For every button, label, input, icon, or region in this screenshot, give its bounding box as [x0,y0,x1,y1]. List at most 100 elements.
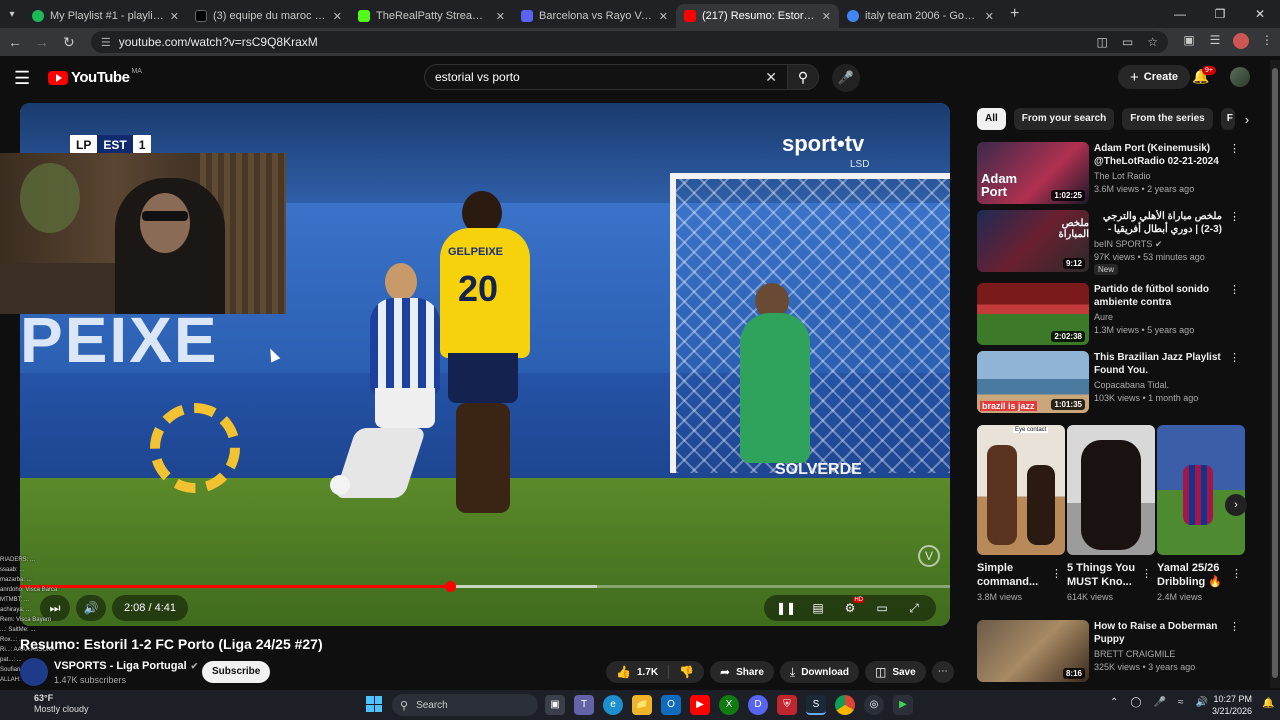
cast-icon[interactable]: ▭ [1122,35,1133,49]
browser-tab[interactable]: My Playlist #1 - playlist by lilpa ✕ [24,4,187,28]
steam-icon[interactable]: S [806,695,826,715]
close-tab-icon[interactable]: ✕ [496,10,505,23]
dislike-button[interactable]: 👎 [669,665,704,679]
taskbar-search[interactable]: ⚲ Search [392,694,538,716]
discord-icon[interactable]: D [748,695,768,715]
like-button[interactable]: 👍 1.7K [606,665,670,679]
more-options-icon[interactable]: ⋮ [1229,351,1240,364]
teams-icon[interactable]: T [574,695,594,715]
new-tab-icon[interactable]: + [1010,5,1019,23]
channel-name[interactable]: VSPORTS - Liga Portugal ✔ [54,660,198,672]
progress-scrubber[interactable] [444,581,456,592]
browser-menu-icon[interactable]: ⋮ [1254,33,1280,52]
chip-truncated[interactable]: F [1220,108,1235,130]
short-thumbnail[interactable] [1157,425,1245,555]
notification-center-icon[interactable]: 🔔 [1262,698,1274,709]
video-thumbnail[interactable]: Adam Port 1:02:25 [977,142,1089,204]
tray-mic-icon[interactable]: 🎤 [1154,697,1166,708]
youtube-app-icon[interactable]: ▶ [690,695,710,715]
profile-avatar[interactable] [1228,32,1254,52]
chip-all[interactable]: All [977,108,1006,130]
address-bar[interactable]: ☰ youtube.com/watch?v=rsC9Q8KraxM ◫ ▭ ☆ [90,31,1168,53]
recommendation-item[interactable]: Adam Port 1:02:25 Adam Port (Keinemusik)… [977,142,1240,204]
channel-watermark[interactable]: V [918,545,940,567]
download-button[interactable]: ⤓ Download [779,661,859,683]
translate-icon[interactable]: ◫ [1097,35,1108,49]
settings-gear-icon[interactable]: ⚙ [834,597,866,615]
video-thumbnail[interactable]: ملخص المباراة 9:12 [977,210,1089,272]
task-view-icon[interactable]: ▣ [545,695,565,715]
short-item[interactable]: 5 Things You MUST Kno... 614K views ⋮ [1067,425,1155,602]
theater-mode-icon[interactable]: ▭ [866,601,898,615]
chip-from-the-series[interactable]: From the series [1122,108,1213,130]
minimize-icon[interactable]: — [1160,7,1200,21]
outlook-icon[interactable]: O [661,695,681,715]
maximize-icon[interactable]: ❐ [1200,7,1240,21]
short-thumbnail[interactable] [1067,425,1155,555]
browser-tab[interactable]: Barcelona vs Rayo Vallecano live ✕ [513,4,676,28]
more-actions-icon[interactable]: ⋯ [931,661,954,683]
speaker-icon[interactable]: 🔊 [1196,697,1208,708]
subscribe-button[interactable]: Subscribe [202,661,271,683]
hamburger-menu-icon[interactable]: ☰ [14,68,30,89]
share-button[interactable]: ➦ Share [710,661,774,683]
file-explorer-icon[interactable]: 📁 [632,695,652,715]
close-tab-icon[interactable]: ✕ [659,10,668,23]
xbox-game-bar-icon[interactable]: ◎ [864,695,884,715]
shorts-next-chevron-icon[interactable]: › [1225,494,1247,516]
chip-from-your-search[interactable]: From your search [1013,108,1115,130]
edge-icon[interactable]: e [603,695,623,715]
more-options-icon[interactable]: ⋮ [1231,567,1242,580]
reload-icon[interactable]: ↻ [57,34,81,51]
site-info-icon[interactable]: ☰ [101,36,111,49]
scrollbar-thumb[interactable] [1272,68,1278,678]
xbox-icon[interactable]: X [719,695,739,715]
browser-tab-active[interactable]: (217) Resumo: Estoril 1-2 FC Porto ✕ [676,4,839,28]
close-window-icon[interactable]: ✕ [1240,7,1280,21]
recommendation-item[interactable]: brazil is jazz 1:01:35 This Brazilian Ja… [977,351,1240,413]
wifi-icon[interactable]: ≈ [1178,697,1184,708]
forward-icon[interactable]: → [30,34,54,50]
more-options-icon[interactable]: ⋮ [1229,142,1240,155]
more-options-icon[interactable]: ⋮ [1051,567,1062,580]
extensions-icon[interactable]: ▣ [1176,33,1202,52]
search-input[interactable]: estorial vs porto ✕ [424,64,788,90]
search-button[interactable]: ⚲ [787,64,819,90]
browser-tab[interactable]: italy team 2006 - Google Search ✕ [839,4,1002,28]
browser-tab[interactable]: (3) equipe du maroc - Search / X ✕ [187,4,350,28]
reading-list-icon[interactable]: ☰ [1202,33,1228,52]
tray-overflow-icon[interactable]: ⌃ [1110,697,1118,708]
save-button[interactable]: ◫ Save [864,661,926,683]
system-clock[interactable]: 10:27 PM 3/21/2026 [1212,693,1252,717]
short-thumbnail[interactable]: Eye contact [977,425,1065,555]
account-avatar[interactable] [1230,67,1250,87]
subtitles-icon[interactable]: ▤ [802,601,834,615]
weather-widget[interactable]: 63°F Mostly cloudy [34,693,89,715]
more-options-icon[interactable]: ⋮ [1229,283,1240,296]
more-options-icon[interactable]: ⋮ [1229,620,1240,633]
more-options-icon[interactable]: ⋮ [1141,567,1152,580]
vpn-icon[interactable]: ◯ [1130,697,1141,708]
video-thumbnail[interactable]: 8:16 [977,620,1089,682]
chrome-icon[interactable] [835,695,855,715]
video-thumbnail[interactable]: 2:02:38 [977,283,1089,345]
channel-avatar[interactable] [20,658,48,686]
tab-search-button[interactable]: ▾ [0,9,24,20]
youtube-logo[interactable]: YouTube MA [48,68,142,86]
close-tab-icon[interactable]: ✕ [333,10,342,23]
autoplay-toggle-icon[interactable]: ❚❚ [770,601,802,615]
recommendation-item[interactable]: ملخص المباراة 9:12 ملخص مباراة الأهلي وا… [977,210,1240,275]
close-tab-icon[interactable]: ✕ [985,10,994,23]
fullscreen-icon[interactable]: ⤢ [898,601,930,616]
recommendation-item[interactable]: 8:16 How to Raise a Doberman Puppy BRETT… [977,620,1240,682]
create-button[interactable]: + Create [1118,65,1191,89]
back-icon[interactable]: ← [3,34,27,50]
bookmark-star-icon[interactable]: ☆ [1147,35,1158,49]
browser-tab[interactable]: TheRealPatty Stream - Watch Live ✕ [350,4,513,28]
close-tab-icon[interactable]: ✕ [822,10,831,23]
antivirus-icon[interactable]: ⛨ [777,695,797,715]
voice-search-button[interactable]: 🎤 [832,64,860,92]
close-tab-icon[interactable]: ✕ [170,10,179,23]
media-player-icon[interactable]: ▶ [893,695,913,715]
chevron-right-icon[interactable]: › [1245,112,1249,127]
